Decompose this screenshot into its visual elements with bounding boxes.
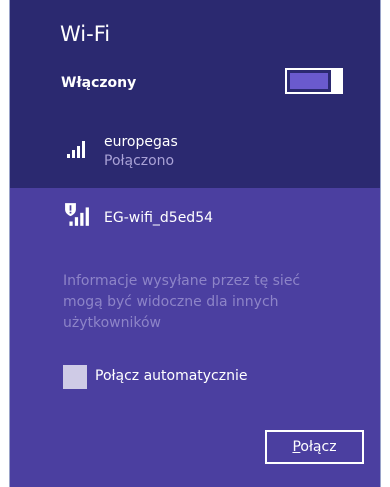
network-item-eg-wifi[interactable]: EG-wifi_d5ed54: [60, 200, 360, 240]
wifi-signal-icon: [67, 141, 85, 158]
auto-connect-checkbox[interactable]: [63, 365, 87, 389]
network-name: EG-wifi_d5ed54: [104, 210, 214, 226]
security-warning-text: Informacje wysyłane przez tę sieć mogą b…: [63, 273, 301, 331]
connect-button[interactable]: Połącz: [265, 430, 364, 464]
wifi-flyout-panel: Wi-Fi Włączony europegas Połączono EG-wi…: [9, 0, 381, 487]
auto-connect-row[interactable]: Połącz automatycznie: [63, 365, 323, 389]
wifi-signal-unsecured-icon: [65, 203, 89, 226]
wifi-toggle-track: [290, 73, 328, 89]
network-status: Połączono: [104, 153, 175, 169]
wifi-toggle-thumb[interactable]: [331, 68, 343, 94]
network-name: europegas: [104, 134, 178, 150]
auto-connect-label: Połącz automatycznie: [95, 368, 248, 384]
connected-section: Wi-Fi Włączony europegas Połączono: [10, 0, 380, 188]
network-item-europegas[interactable]: europegas Połączono: [60, 130, 360, 174]
panel-title: Wi-Fi: [60, 22, 111, 46]
wifi-toggle[interactable]: [285, 68, 343, 94]
wifi-status-label: Włączony: [61, 75, 137, 91]
connect-label: ołącz: [300, 439, 337, 455]
